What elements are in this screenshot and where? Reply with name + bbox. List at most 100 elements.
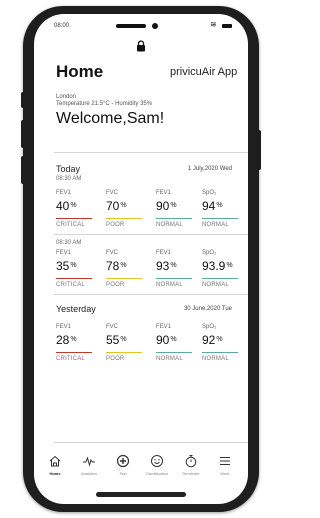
metric-value: 93.9 bbox=[202, 259, 226, 273]
metric-value: 40 bbox=[56, 199, 70, 213]
status-line bbox=[202, 278, 238, 279]
metric-unit: % bbox=[170, 336, 177, 343]
status-line bbox=[56, 218, 92, 219]
nav-more[interactable]: More bbox=[208, 452, 242, 482]
metric-name: FEV1 bbox=[156, 250, 172, 256]
status-line bbox=[156, 218, 192, 219]
status-line bbox=[56, 278, 92, 279]
metric-name: FVC bbox=[106, 190, 118, 196]
metric-name: FVC bbox=[106, 250, 118, 256]
metric-name: FEV1 bbox=[56, 190, 72, 196]
metric-unit: % bbox=[216, 336, 223, 343]
metric-card[interactable]: FEV1 90% NORMAL bbox=[156, 324, 200, 366]
metric-unit: % bbox=[120, 202, 127, 209]
metric-card[interactable]: FEV1 35% CRITICAL bbox=[56, 250, 100, 292]
nav-label: Home bbox=[49, 471, 61, 476]
metric-status: POOR bbox=[106, 356, 125, 362]
metric-value: 92 bbox=[202, 333, 216, 347]
analytics-icon bbox=[83, 456, 95, 467]
divider bbox=[54, 294, 248, 295]
section-date-yesterday: 30 June,2020 Tue bbox=[183, 306, 232, 312]
metric-status: NORMAL bbox=[156, 222, 183, 228]
metric-value: 28 bbox=[56, 333, 70, 347]
metric-value: 78 bbox=[106, 259, 120, 273]
metric-card[interactable]: FVC 78% POOR bbox=[106, 250, 150, 292]
metric-status: NORMAL bbox=[202, 356, 229, 362]
metric-value: 55 bbox=[106, 333, 120, 347]
welcome-message: Welcome,Sam! bbox=[56, 110, 165, 127]
metric-status: CRITICAL bbox=[56, 222, 85, 228]
page-title: Home bbox=[56, 62, 104, 81]
metric-card[interactable]: SpO₂ 93.9% NORMAL bbox=[202, 250, 246, 292]
metric-value: 70 bbox=[106, 199, 120, 213]
home-icon bbox=[49, 455, 61, 467]
app-name: privicuAir App bbox=[170, 66, 238, 78]
metric-card[interactable]: FEV1 28% CRITICAL bbox=[56, 324, 100, 366]
status-line bbox=[106, 278, 142, 279]
metric-unit: % bbox=[70, 202, 77, 209]
metric-status: CRITICAL bbox=[56, 356, 85, 362]
location-city: London bbox=[56, 94, 77, 100]
metric-card[interactable]: FEV1 93% NORMAL bbox=[156, 250, 200, 292]
status-line bbox=[202, 352, 238, 353]
wifi-icon: ≋ bbox=[210, 20, 217, 29]
section-title-today: Today bbox=[56, 164, 81, 174]
battery-icon bbox=[222, 24, 232, 28]
nav-analytics[interactable]: Analytics bbox=[72, 452, 106, 482]
metric-card[interactable]: FVC 55% POOR bbox=[106, 324, 150, 366]
metric-unit: % bbox=[216, 202, 223, 209]
metric-name: FEV1 bbox=[56, 324, 72, 330]
nav-test[interactable]: Test bbox=[106, 452, 140, 482]
metric-value: 35 bbox=[56, 259, 70, 273]
nav-reminder[interactable]: Reminder bbox=[174, 452, 208, 482]
divider bbox=[54, 442, 248, 443]
status-line bbox=[106, 218, 142, 219]
metric-name: FEV1 bbox=[156, 324, 172, 330]
metric-card[interactable]: FEV1 90% NORMAL bbox=[156, 190, 200, 232]
nav-label: More bbox=[220, 471, 230, 476]
metric-status: POOR bbox=[106, 282, 125, 288]
metric-name: SpO₂ bbox=[202, 250, 217, 256]
timer-icon bbox=[185, 455, 197, 468]
power-button bbox=[257, 130, 261, 170]
plus-icon bbox=[116, 454, 130, 468]
nav-home[interactable]: Home bbox=[38, 452, 72, 482]
metric-value: 94 bbox=[202, 199, 216, 213]
volume-up-button bbox=[21, 120, 25, 148]
weather-info: Temperature 21.5°C - Humidity 35% bbox=[56, 101, 153, 107]
metric-status: NORMAL bbox=[156, 356, 183, 362]
metric-card[interactable]: FVC 70% POOR bbox=[106, 190, 150, 232]
metric-unit: % bbox=[120, 262, 127, 269]
nav-gamification[interactable]: Gamification bbox=[140, 452, 174, 482]
metric-name: SpO₂ bbox=[202, 190, 217, 196]
metric-unit: % bbox=[226, 262, 233, 269]
nav-label: Reminder bbox=[182, 471, 200, 476]
metric-status: POOR bbox=[106, 222, 125, 228]
status-line bbox=[156, 352, 192, 353]
metric-name: FEV1 bbox=[156, 190, 172, 196]
smiley-icon bbox=[151, 455, 163, 467]
volume-down-button bbox=[21, 156, 25, 184]
metric-name: FVC bbox=[106, 324, 118, 330]
section-title-yesterday: Yesterday bbox=[56, 304, 96, 314]
status-line bbox=[106, 352, 142, 353]
metric-name: FEV1 bbox=[56, 250, 72, 256]
nav-label: Gamification bbox=[145, 471, 169, 476]
app-screen: 08:00 ≋ Home privicuAir App London Tempe… bbox=[34, 14, 248, 504]
metric-value: 93 bbox=[156, 259, 170, 273]
metric-card[interactable]: SpO₂ 92% NORMAL bbox=[202, 324, 246, 366]
dynamic-island bbox=[116, 22, 162, 29]
metric-status: NORMAL bbox=[202, 222, 229, 228]
metric-card[interactable]: SpO₂ 94% NORMAL bbox=[202, 190, 246, 232]
metric-card[interactable]: FEV1 40% CRITICAL bbox=[56, 190, 100, 232]
divider bbox=[54, 152, 248, 153]
nav-label: Analytics bbox=[80, 471, 97, 476]
home-indicator[interactable] bbox=[96, 492, 186, 497]
reading-time: 08:30 AM bbox=[56, 240, 82, 246]
menu-icon bbox=[220, 456, 230, 466]
status-line bbox=[56, 352, 92, 353]
metric-value: 90 bbox=[156, 333, 170, 347]
metric-unit: % bbox=[70, 262, 77, 269]
metric-unit: % bbox=[170, 262, 177, 269]
metric-value: 90 bbox=[156, 199, 170, 213]
